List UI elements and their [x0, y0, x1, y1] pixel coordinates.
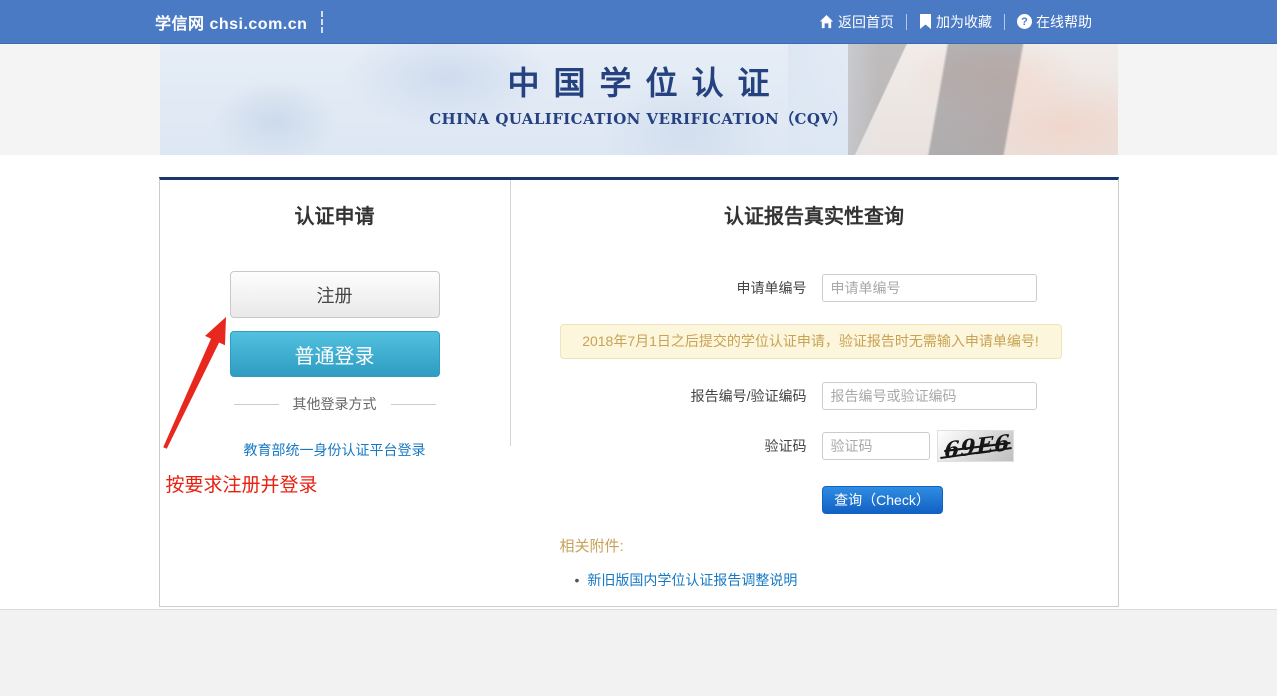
- main-panel: 认证申请 注册 普通登录 其他登录方式 教育部统一身份认证平台登录 按要求注册并…: [159, 177, 1119, 607]
- bookmark-icon: [919, 14, 932, 29]
- normal-login-button[interactable]: 普通登录: [230, 331, 440, 377]
- application-title: 认证申请: [160, 200, 510, 229]
- banner-text: 中国学位认证 CHINA QUALIFICATION VERIFICATION（…: [160, 58, 1118, 129]
- nav-separator: [1004, 14, 1005, 30]
- footer-background: [0, 609, 1277, 696]
- attachment-link[interactable]: 新旧版国内学位认证报告调整说明: [587, 570, 797, 590]
- brand-separator: [321, 11, 323, 33]
- red-annotation-text: 按要求注册并登录: [166, 470, 318, 497]
- help-icon: ?: [1017, 14, 1032, 29]
- report-number-row: 报告编号/验证编码: [511, 382, 1118, 410]
- nav-help-label: 在线帮助: [1036, 12, 1092, 32]
- report-number-label: 报告编号/验证编码: [511, 382, 807, 410]
- other-login-divider: 其他登录方式: [160, 394, 510, 414]
- nav-home-link[interactable]: 返回首页: [819, 12, 894, 32]
- banner-subtitle: CHINA QUALIFICATION VERIFICATION（CQV）: [160, 108, 1118, 129]
- home-icon: [819, 14, 834, 29]
- spacer: [0, 155, 1277, 177]
- captcha-image[interactable]: 69E6: [937, 430, 1014, 462]
- nav-bookmark-link[interactable]: 加为收藏: [919, 12, 992, 32]
- other-login-label: 其他登录方式: [293, 394, 377, 414]
- captcha-label: 验证码: [511, 432, 807, 460]
- bullet: •: [575, 572, 580, 588]
- moe-sso-login-link[interactable]: 教育部统一身份认证平台登录: [244, 440, 426, 460]
- captcha-input[interactable]: [822, 432, 930, 460]
- register-button[interactable]: 注册: [230, 271, 440, 318]
- banner: 中国学位认证 CHINA QUALIFICATION VERIFICATION（…: [160, 44, 1118, 155]
- page: 学信网 chsi.com.cn 返回首页 加为收藏 ? 在线帮助: [0, 0, 1277, 696]
- notice-banner: 2018年7月1日之后提交的学位认证申请，验证报告时无需输入申请单编号!: [560, 324, 1062, 359]
- check-button[interactable]: 查询（Check）: [822, 486, 943, 514]
- report-number-input[interactable]: [822, 382, 1037, 410]
- banner-title: 中国学位认证: [160, 58, 1118, 104]
- application-number-input[interactable]: [822, 274, 1037, 302]
- divider-line: [391, 404, 436, 405]
- navbar-links: 返回首页 加为收藏 ? 在线帮助: [819, 12, 1092, 32]
- verification-title: 认证报告真实性查询: [511, 200, 1118, 229]
- nav-bookmark-label: 加为收藏: [936, 12, 992, 32]
- nav-home-label: 返回首页: [838, 12, 894, 32]
- application-number-label: 申请单编号: [511, 274, 807, 302]
- application-number-row: 申请单编号: [511, 274, 1118, 302]
- nav-separator: [906, 14, 907, 30]
- application-inner: 认证申请 注册 普通登录 其他登录方式 教育部统一身份认证平台登录: [160, 180, 511, 446]
- verification-section: 认证报告真实性查询 申请单编号 2018年7月1日之后提交的学位认证申请，验证报…: [511, 180, 1118, 606]
- captcha-text: 69E6: [944, 430, 1011, 462]
- top-navbar: 学信网 chsi.com.cn 返回首页 加为收藏 ? 在线帮助: [0, 0, 1277, 44]
- captcha-row: 验证码 69E6: [511, 432, 1118, 462]
- nav-help-link[interactable]: ? 在线帮助: [1017, 12, 1092, 32]
- divider-line: [234, 404, 279, 405]
- attachments-title: 相关附件:: [560, 535, 1118, 556]
- attachment-item: • 新旧版国内学位认证报告调整说明: [575, 570, 1118, 590]
- site-logo[interactable]: 学信网 chsi.com.cn: [155, 10, 307, 34]
- application-section: 认证申请 注册 普通登录 其他登录方式 教育部统一身份认证平台登录 按要求注册并…: [160, 180, 511, 606]
- banner-row: 中国学位认证 CHINA QUALIFICATION VERIFICATION（…: [0, 44, 1277, 155]
